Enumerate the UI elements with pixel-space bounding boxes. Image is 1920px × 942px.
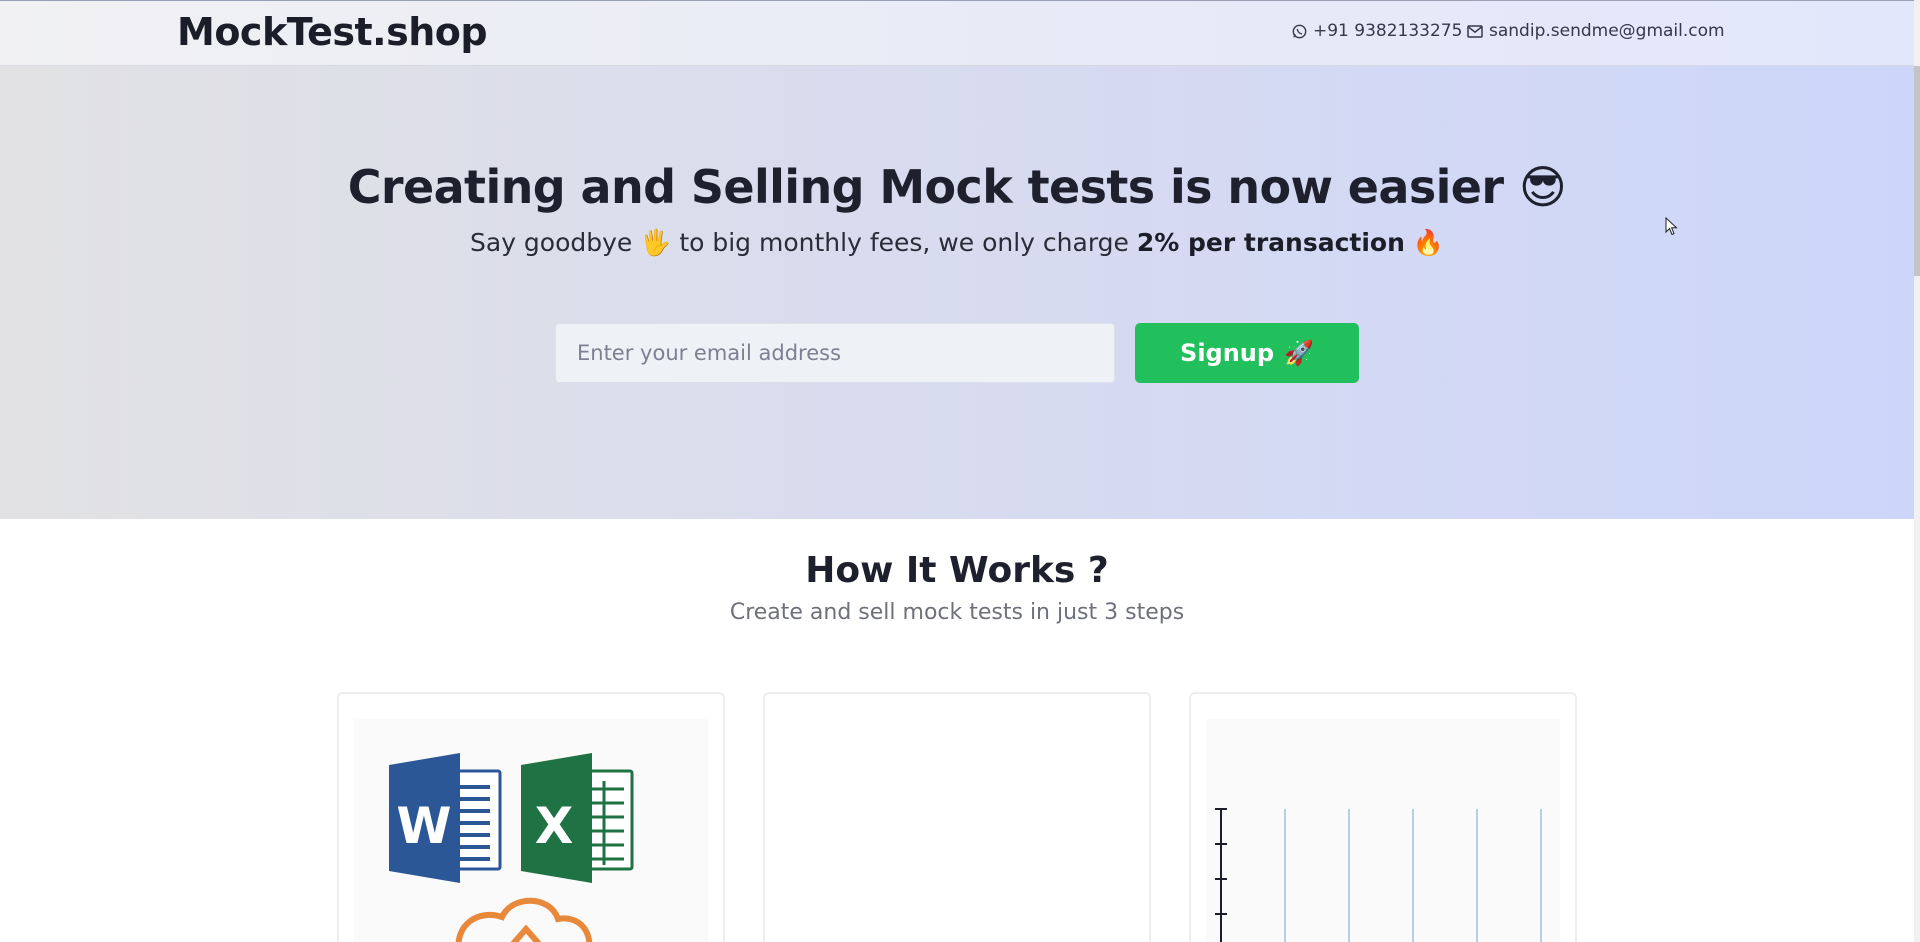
brand-logo[interactable]: MockTest.shop	[177, 10, 488, 54]
sales-chart-preview	[1206, 719, 1560, 942]
svg-text:X: X	[535, 797, 574, 855]
rocket-icon: 🚀	[1284, 339, 1314, 367]
hero-subtitle-prefix: Say goodbye 🖐 to big monthly fees, we on…	[470, 228, 1137, 257]
hero-subtitle: Say goodbye 🖐 to big monthly fees, we on…	[0, 228, 1914, 258]
page-scrollbar[interactable]	[1914, 0, 1920, 942]
how-it-works-title: How It Works ?	[805, 550, 1109, 591]
excel-icon: X	[521, 753, 634, 883]
email-contact[interactable]: sandip.sendme@gmail.com	[1467, 21, 1725, 41]
hero-title: Creating and Selling Mock tests is now e…	[347, 160, 1567, 214]
upload-illustration: W X	[354, 719, 708, 942]
hero-subtitle-highlight: 2% per transaction	[1136, 228, 1405, 257]
word-icon: W	[389, 753, 502, 883]
how-it-works-subtitle: Create and sell mock tests in just 3 ste…	[729, 600, 1185, 625]
signup-label: Signup	[1180, 339, 1275, 367]
step-card-upload: W X	[337, 692, 725, 942]
whatsapp-icon	[1292, 24, 1307, 38]
envelope-icon	[1467, 24, 1483, 38]
phone-number: +91 9382133275	[1313, 21, 1463, 41]
chart-preview-icon	[1215, 808, 1542, 942]
signup-button[interactable]: Signup 🚀	[1135, 323, 1359, 383]
top-header: MockTest.shop +91 9382133275 sandip.send…	[0, 0, 1914, 66]
hero-section: Creating and Selling Mock tests is now e…	[0, 66, 1914, 519]
phone-contact[interactable]: +91 9382133275	[1292, 21, 1462, 41]
cloud-upload-icon	[455, 897, 593, 942]
hero-subtitle-suffix: 🔥	[1404, 228, 1444, 257]
email-address: sandip.sendme@gmail.com	[1489, 21, 1725, 41]
step-card-sell	[1189, 692, 1577, 942]
svg-text:W: W	[396, 797, 451, 855]
mouse-cursor-icon	[1665, 217, 1678, 236]
email-input[interactable]	[555, 323, 1115, 383]
scrollbar-thumb[interactable]	[1914, 66, 1920, 276]
step-card-create	[763, 692, 1151, 942]
